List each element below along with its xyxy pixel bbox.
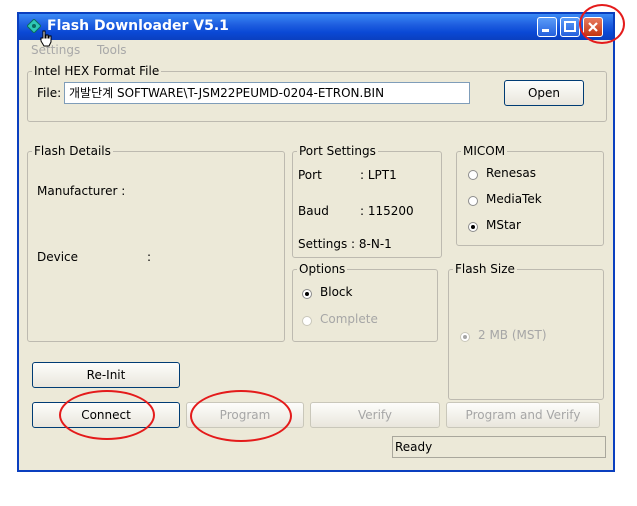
settings-value: Settings : 8-N-1 — [298, 237, 392, 251]
maximize-icon — [564, 21, 576, 32]
block-label: Block — [320, 285, 353, 299]
annotation-circle-close — [579, 4, 625, 44]
renesas-radio[interactable] — [468, 170, 478, 180]
menu-tools[interactable]: Tools — [97, 43, 127, 57]
complete-label: Complete — [320, 312, 378, 326]
flash-size-radio[interactable] — [460, 332, 470, 342]
hex-file-legend: Intel HEX Format File — [34, 64, 160, 78]
baud-label: Baud — [298, 204, 329, 218]
annotation-circle-program — [190, 390, 292, 442]
open-button[interactable]: Open — [504, 80, 584, 106]
flash-size-legend: Flash Size — [455, 262, 515, 276]
device-colon: : — [147, 250, 152, 264]
renesas-label: Renesas — [486, 166, 537, 180]
block-radio[interactable] — [302, 289, 312, 299]
status-bar: Ready — [392, 436, 606, 458]
minimize-button[interactable] — [537, 17, 557, 37]
baud-value: : 115200 — [360, 204, 414, 218]
port-label: Port — [298, 168, 322, 182]
annotation-circle-connect — [59, 390, 155, 440]
complete-radio[interactable] — [302, 316, 312, 326]
port-value: : LPT1 — [360, 168, 397, 182]
file-label: File: — [37, 86, 62, 100]
verify-button[interactable]: Verify — [310, 402, 440, 428]
options-group: Options — [292, 262, 438, 342]
mediatek-label: MediaTek — [486, 192, 542, 206]
port-settings-legend: Port Settings — [299, 144, 376, 158]
program-verify-button[interactable]: Program and Verify — [446, 402, 600, 428]
window-title: Flash Downloader V5.1 — [47, 18, 229, 34]
mediatek-radio[interactable] — [468, 196, 478, 206]
file-path-field[interactable]: 개발단계 SOFTWARE\T-JSM22PEUMD-0204-ETRON.BI… — [64, 82, 470, 104]
flash-details-legend: Flash Details — [34, 144, 111, 158]
title-bar[interactable]: Flash Downloader V5.1 — [19, 14, 613, 40]
manufacturer-label: Manufacturer : — [37, 184, 126, 198]
micom-legend: MICOM — [463, 144, 506, 158]
hand-cursor-icon — [40, 30, 52, 47]
minimize-icon — [542, 29, 549, 32]
reinit-button[interactable]: Re-Init — [32, 362, 180, 388]
maximize-button[interactable] — [560, 17, 580, 37]
device-label: Device — [37, 250, 79, 264]
mstar-radio[interactable] — [468, 222, 478, 232]
menu-bar: Settings Tools — [19, 40, 613, 60]
options-legend: Options — [299, 262, 346, 276]
flash-size-label: 2 MB (MST) — [478, 328, 547, 342]
flash-details-group: Flash Details — [27, 144, 285, 342]
mstar-label: MStar — [486, 218, 521, 232]
